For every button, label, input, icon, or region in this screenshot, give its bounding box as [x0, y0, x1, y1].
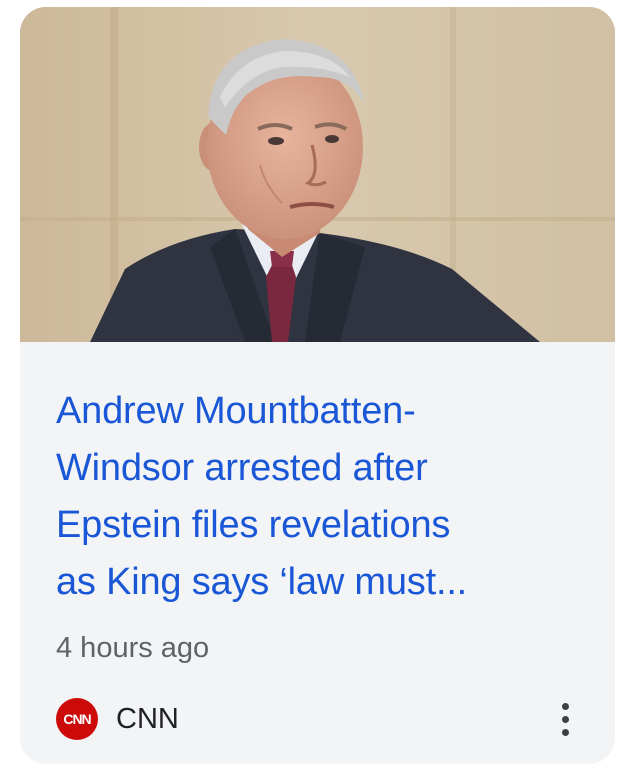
news-card[interactable]: Andrew Mountbatten- Windsor arrested aft…	[20, 7, 615, 764]
article-timestamp: 4 hours ago	[56, 632, 210, 664]
article-source[interactable]: CNN CNN	[56, 697, 179, 741]
headline-line[interactable]: Windsor arrested after	[56, 440, 576, 497]
more-options-button[interactable]	[553, 697, 577, 741]
more-vert-icon	[561, 702, 569, 736]
source-name: CNN	[116, 702, 179, 735]
article-thumbnail[interactable]	[20, 7, 615, 342]
headline-line[interactable]: Andrew Mountbatten-	[56, 383, 576, 440]
headline-line[interactable]: as King says ‘law must...	[56, 554, 576, 611]
headline-line[interactable]: Epstein files revelations	[56, 497, 576, 554]
article-headline[interactable]: Andrew Mountbatten- Windsor arrested aft…	[56, 383, 576, 611]
thumbnail-image	[20, 7, 615, 342]
cnn-logo-icon: CNN	[56, 698, 98, 740]
